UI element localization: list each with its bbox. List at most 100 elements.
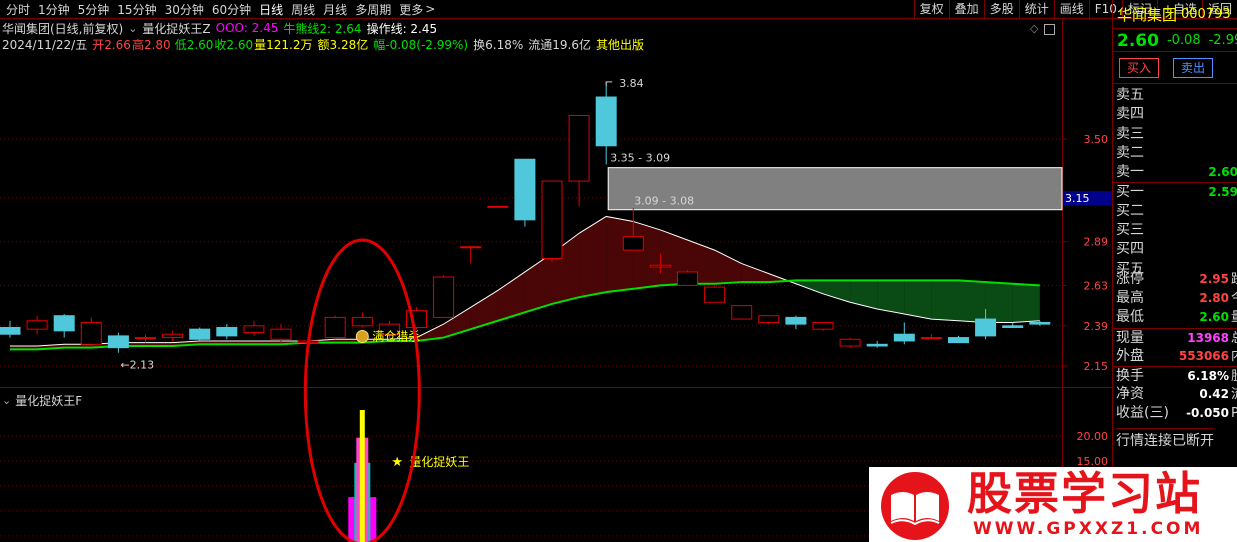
order-book-row: 买四 bbox=[1113, 240, 1237, 259]
period-tab[interactable]: 15分钟 bbox=[117, 1, 156, 18]
order-book-row: 买二 bbox=[1113, 202, 1237, 221]
current-price-label: 3.15 bbox=[1065, 192, 1090, 205]
y-tick-label: 2.63 bbox=[1084, 279, 1109, 292]
period-tab[interactable]: 60分钟 bbox=[212, 1, 251, 18]
bar-volume: 量121.2万 bbox=[254, 37, 313, 52]
quote-stat-row: 现量 13968总 bbox=[1113, 327, 1237, 348]
candle-body bbox=[1002, 325, 1024, 328]
signal-bar bbox=[359, 410, 365, 542]
stat-label: 收益(三) bbox=[1116, 405, 1169, 422]
trend-fill bbox=[1012, 283, 1040, 323]
diamond-icon[interactable]: ◇ bbox=[1030, 22, 1038, 35]
book-label: 卖二 bbox=[1116, 144, 1144, 161]
watermark-url: WWW.GPXXZ1.COM bbox=[973, 519, 1204, 539]
period-tab[interactable]: 月线 bbox=[323, 1, 347, 18]
period-tab[interactable]: 多周期 bbox=[355, 1, 391, 18]
trading-app: 3.503.152.892.632.392.153.1520.0015.003.… bbox=[0, 0, 1237, 542]
candle-body bbox=[948, 337, 969, 344]
order-book: 卖五 卖四 卖三 卖二 卖一 2.60 买一 2.59 买二 买三 买四 买五 bbox=[1113, 86, 1237, 279]
stat-value: 13968 bbox=[1187, 330, 1229, 345]
sell-button[interactable]: 卖出 bbox=[1173, 58, 1213, 78]
buy-button[interactable]: 买入 bbox=[1119, 58, 1159, 78]
signal-label: 满仓猎杀 bbox=[372, 328, 420, 343]
period-toolbar: 分时 1分钟 5分钟 15分钟 30分钟 60分钟 日线 周线 月线 多周期 更多 > 复权 叠加 多股统… bbox=[0, 0, 1237, 19]
stat-value: 553066 bbox=[1178, 348, 1229, 363]
stat-value: 2.95 bbox=[1199, 272, 1229, 286]
quote-header: 华闻集团 000793 bbox=[1113, 1, 1237, 29]
candle-body bbox=[189, 328, 211, 340]
candle-body bbox=[704, 286, 726, 303]
period-tab[interactable]: 30分钟 bbox=[165, 1, 204, 18]
tool-button[interactable]: 叠加 bbox=[948, 0, 984, 19]
candle-body bbox=[26, 320, 48, 330]
stat-extra: 总 bbox=[1231, 329, 1237, 348]
period-tab[interactable]: 周线 bbox=[291, 1, 315, 18]
period-tab[interactable]: 5分钟 bbox=[78, 1, 110, 18]
price-change: -0.08 bbox=[1166, 33, 1201, 48]
indicator-name[interactable]: 量化捉妖王Z bbox=[142, 20, 210, 37]
book-label: 卖三 bbox=[1116, 125, 1144, 142]
stat-label: 现量 bbox=[1116, 329, 1144, 346]
candle-body bbox=[568, 115, 590, 182]
chart-corner-icons: ◇ bbox=[1030, 22, 1056, 35]
candle-body bbox=[0, 326, 21, 335]
y-tick-label: 3.50 bbox=[1084, 133, 1109, 146]
bar-turnover: 换6.18% bbox=[473, 37, 524, 52]
candle-body bbox=[975, 318, 997, 337]
sector-text[interactable]: 其他出版 bbox=[596, 36, 644, 53]
tool-button[interactable]: 统计 bbox=[1018, 0, 1054, 19]
candle-body bbox=[135, 337, 156, 340]
quote-stat-row: 净资 0.42流 bbox=[1113, 385, 1237, 404]
candle-body bbox=[893, 333, 915, 342]
book-label: 买一 bbox=[1116, 184, 1144, 201]
trend-fill bbox=[931, 280, 959, 321]
candle-body bbox=[324, 316, 346, 339]
sub-tick-label: 20.00 bbox=[1077, 430, 1109, 443]
bar-info: 2024/11/22/五 开2.66 高2.80 低2.60 收2.60 量12… bbox=[2, 36, 644, 52]
candle-body bbox=[649, 264, 671, 268]
collapse-icon[interactable]: ⌄ bbox=[2, 394, 11, 407]
stat-label: 涨停 bbox=[1116, 271, 1144, 287]
candle-body bbox=[514, 158, 536, 221]
tool-button[interactable]: 画线 bbox=[1053, 0, 1089, 19]
candle-body bbox=[839, 338, 861, 347]
last-price: 2.60 bbox=[1117, 30, 1159, 51]
trend-fill bbox=[633, 221, 661, 289]
bar-date: 2024/11/22/五 bbox=[2, 37, 88, 52]
stat-value: 6.18% bbox=[1187, 368, 1229, 383]
bar-amount: 额3.28亿 bbox=[317, 37, 369, 52]
window-icon[interactable] bbox=[1044, 24, 1056, 35]
bar-change: 幅-0.08(-2.99%) bbox=[373, 37, 469, 52]
trend-fill bbox=[714, 250, 742, 284]
y-tick-label: 2.39 bbox=[1084, 320, 1109, 333]
trend-fill bbox=[741, 263, 769, 283]
stat-extra: P bbox=[1231, 406, 1237, 422]
sub-indicator-header: ⌄ 量化捉妖王F bbox=[2, 392, 82, 408]
stock-name: 华闻集团 bbox=[1117, 6, 1178, 24]
trade-buttons: 买入 卖出 bbox=[1113, 52, 1237, 84]
sub-indicator-name[interactable]: 量化捉妖王F bbox=[15, 392, 82, 409]
candle-body bbox=[541, 180, 563, 260]
quote-stat-row: 外盘 553066内 bbox=[1113, 347, 1237, 366]
period-tab[interactable]: 更多 bbox=[399, 1, 423, 18]
candle-body bbox=[53, 315, 75, 332]
period-tab[interactable]: 日线 bbox=[259, 1, 283, 18]
kline-chart[interactable]: 3.503.152.892.632.392.153.1520.0015.003.… bbox=[0, 0, 1112, 542]
caozuo-value: 操作线: 2.45 bbox=[366, 21, 438, 36]
indicator-header: 华闻集团(日线,前复权) ⌄ 量化捉妖王Z OOO: 2.45 牛熊线2: 2.… bbox=[2, 20, 442, 36]
candle-body bbox=[812, 321, 834, 330]
period-tab[interactable]: 分时 bbox=[6, 1, 30, 18]
watermark-logo: 股票学习站 WWW.GPXXZ1.COM bbox=[869, 467, 1237, 542]
book-label: 买三 bbox=[1116, 222, 1144, 239]
stat-extra: 流 bbox=[1231, 385, 1237, 404]
money-bag-icon bbox=[355, 329, 369, 343]
quote-stat-row: 涨停 2.95跌 bbox=[1113, 270, 1237, 289]
collapse-icon[interactable]: ⌄ bbox=[128, 22, 137, 35]
tool-button[interactable]: 多股 bbox=[983, 0, 1019, 19]
bar-high: 高2.80 bbox=[131, 37, 171, 52]
bar-close: 收2.60 bbox=[214, 37, 254, 52]
tool-button[interactable]: 复权 bbox=[913, 0, 949, 19]
period-tab[interactable]: 1分钟 bbox=[38, 1, 70, 18]
trend-fill bbox=[823, 280, 851, 303]
more-arrow-icon[interactable]: > bbox=[425, 2, 435, 16]
